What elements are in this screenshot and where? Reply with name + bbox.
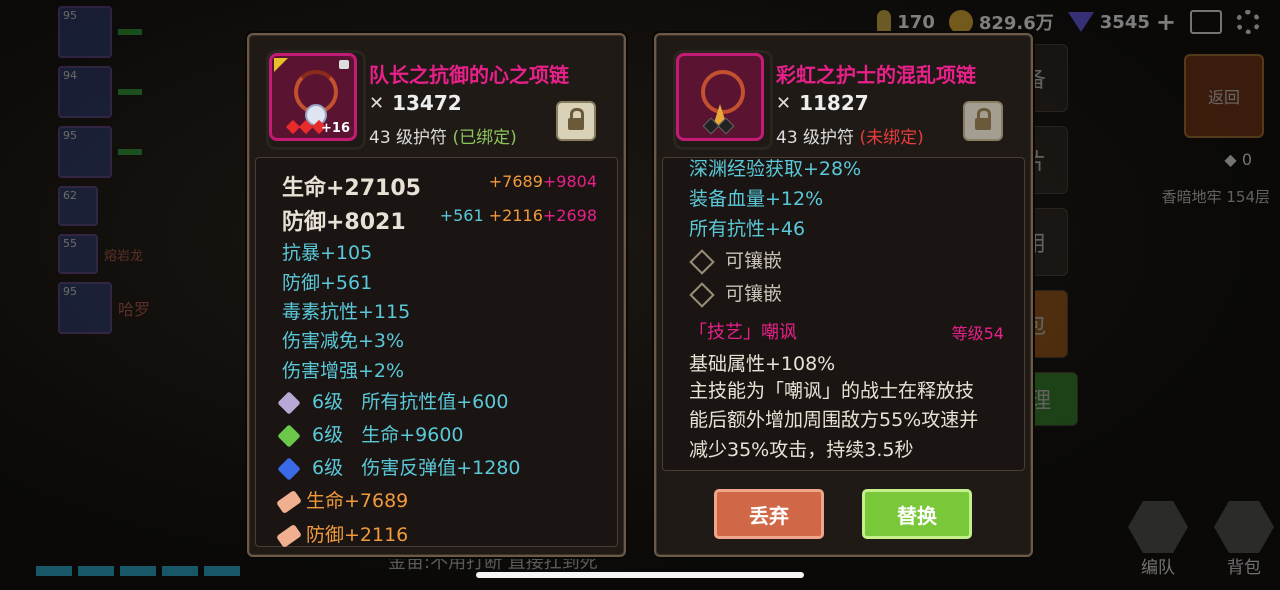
main-stat-def: 防御+8021 <box>282 210 406 235</box>
home-indicator[interactable] <box>476 572 804 578</box>
unlocked-padlock-icon <box>975 108 991 130</box>
star-rating <box>702 117 735 135</box>
crossed-swords-icon: ✕ <box>369 92 385 114</box>
crystal-gem-icon <box>277 390 301 415</box>
replace-button[interactable]: 替换 <box>862 489 972 539</box>
gear-icon[interactable] <box>1236 10 1260 34</box>
skill-title: 「技艺」嘲讽 <box>689 322 797 343</box>
gold-coin-icon <box>948 10 973 34</box>
dungeon-label: 香暗地牢 154层 <box>1161 188 1270 206</box>
skill-desc-line: 减少35%攻击，持续3.5秒 <box>689 439 914 461</box>
skill-desc-line: 能后额外增加周围敌方55%攻速并 <box>689 409 979 431</box>
empty-socket: 可镶嵌 <box>689 246 782 275</box>
main-stat-def-bonus: +561 +2116+2698 <box>439 206 597 225</box>
forge-stat: 防御+2116 <box>275 520 408 548</box>
item-icon: +16 <box>266 50 366 150</box>
wheat-count: 170 <box>897 11 935 33</box>
diamond-icon <box>1067 12 1094 32</box>
star-rating <box>285 119 327 135</box>
bottom-buttons: 编队 背包 <box>1128 501 1274 578</box>
bind-status: (未绑定) <box>859 128 924 148</box>
item-power: ✕ 11827 <box>776 91 869 115</box>
discard-button[interactable]: 丢弃 <box>714 489 824 539</box>
new-item-panel: 彩虹之护士的混乱项链 ✕ 11827 43 级护符 (未绑定) 深渊经验获取+28… <box>654 33 1033 557</box>
wheat-icon <box>877 10 892 34</box>
sub-stat: 抗暴+105 <box>282 242 373 264</box>
skill-level: 等级54 <box>951 324 1004 343</box>
item-icon <box>673 50 773 150</box>
sub-stat: 深渊经验获取+28% <box>689 158 862 180</box>
list-item[interactable]: 55 熔岩龙 <box>58 234 238 274</box>
sub-stat: 伤害减免+3% <box>282 330 405 352</box>
skill-desc-line: 主技能为「嘲讽」的战士在释放技 <box>689 380 975 402</box>
gem-count: 3545 <box>1099 11 1150 33</box>
add-gems-button[interactable]: + <box>1156 8 1176 36</box>
list-item[interactable]: 95 <box>58 126 238 178</box>
enhance-level: +16 <box>321 121 350 136</box>
lock-icon <box>339 60 349 69</box>
mail-icon[interactable] <box>1190 10 1222 34</box>
necklace-icon <box>701 70 745 114</box>
team-button[interactable]: 编队 <box>1128 501 1188 578</box>
rarity-corner-icon <box>274 58 288 72</box>
lock-button[interactable] <box>556 101 596 141</box>
emerald-gem-icon <box>277 423 301 448</box>
list-item[interactable]: 95 <box>58 6 238 58</box>
main-stat-hp: 生命+27105 <box>282 176 421 201</box>
crossed-swords-icon: ✕ <box>776 92 792 114</box>
item-level: 43 级护符 (已绑定) <box>369 128 517 148</box>
socket-icon <box>689 248 715 275</box>
item-level: 43 级护符 (未绑定) <box>776 128 924 148</box>
empty-socket: 可镶嵌 <box>689 279 782 308</box>
backpack-icon <box>1214 501 1274 553</box>
gem-row: 6级 所有抗性值+600 <box>277 387 508 415</box>
skill-base: 基础属性+108% <box>689 353 836 375</box>
item-name: 彩虹之护士的混乱项链 <box>776 63 976 87</box>
helmet-icon <box>1128 501 1188 553</box>
sub-stat: 防御+561 <box>282 272 373 294</box>
sub-stat: 所有抗性+46 <box>689 218 806 240</box>
back-button[interactable]: 返回 <box>1184 54 1264 138</box>
hero-list: 95 94 95 62 55 熔岩龙 95 哈罗 <box>58 6 238 342</box>
gem-row: 6级 生命+9600 <box>277 420 464 448</box>
equipped-item-panel: +16 队长之抗御的心之项链 ✕ 13472 43 级护符 (已绑定) 生命+27… <box>247 33 626 557</box>
bag-bottom-button[interactable]: 背包 <box>1214 501 1274 578</box>
hammer-icon <box>275 523 303 548</box>
list-item[interactable]: 95 哈罗 <box>58 282 238 334</box>
sapphire-gem-icon <box>277 456 301 481</box>
stats-box-scroll[interactable]: 深渊经验获取+28% 装备血量+12% 所有抗性+46 可镶嵌 可镶嵌 「技艺」… <box>662 157 1025 471</box>
unlock-button[interactable] <box>963 101 1003 141</box>
forge-stat: 生命+7689 <box>275 486 408 514</box>
item-power: ✕ 13472 <box>369 91 462 115</box>
list-item[interactable]: 94 <box>58 66 238 118</box>
sub-stat: 装备血量+12% <box>689 188 824 210</box>
sub-stat: 毒素抗性+115 <box>282 301 411 323</box>
item-name: 队长之抗御的心之项链 <box>369 63 569 87</box>
socket-icon <box>689 281 715 308</box>
stats-box: 生命+27105 +7689+9804 防御+8021 +561 +2116+2… <box>255 157 618 548</box>
gold-count: 829.6万 <box>978 13 1054 34</box>
main-stat-hp-bonus: +7689+9804 <box>488 172 597 191</box>
gem-counter: ◆ 0 <box>1224 150 1252 169</box>
sub-stat: 伤害增强+2% <box>282 360 405 382</box>
bind-status: (已绑定) <box>452 128 517 148</box>
list-item[interactable]: 62 <box>58 186 238 226</box>
gem-row: 6级 伤害反弹值+1280 <box>277 453 521 481</box>
hammer-icon <box>275 489 303 514</box>
page-indicator <box>36 566 240 576</box>
padlock-icon <box>568 108 584 130</box>
